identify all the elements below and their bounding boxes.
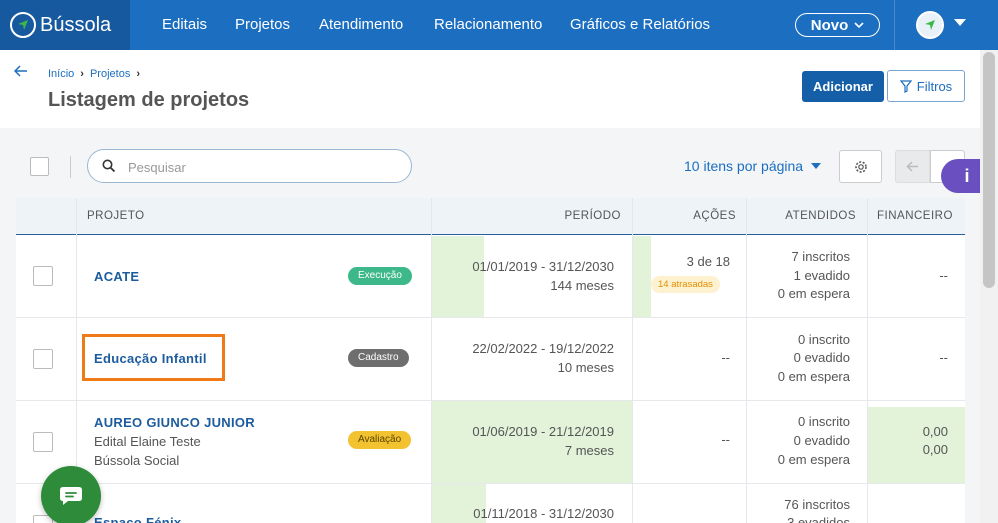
column-divider: [632, 198, 633, 523]
chat-button[interactable]: [41, 466, 101, 523]
filter-button[interactable]: Filtros: [887, 70, 965, 102]
search-input[interactable]: [128, 157, 398, 177]
filter-icon: [899, 79, 912, 93]
breadcrumb: Início › Projetos ›: [48, 68, 140, 80]
period-months: 144 meses: [550, 278, 614, 293]
toolbar-divider: [70, 156, 71, 178]
table-header: PROJETO PERÍODO AÇÕES ATENDIDOS FINANCEI…: [16, 198, 965, 235]
breadcrumb-projetos[interactable]: Projetos: [90, 68, 130, 80]
late-actions-badge: 14 atrasadas: [651, 276, 720, 293]
breadcrumb-separator: ›: [136, 68, 140, 80]
attended-dropped: 3 evadidos: [787, 515, 850, 523]
avatar[interactable]: [916, 11, 944, 39]
prev-page-button[interactable]: [895, 150, 930, 183]
actions-count: --: [721, 350, 730, 365]
attended-waiting: 0 em espera: [777, 369, 850, 384]
column-divider: [431, 198, 432, 523]
attended-enrolled: 0 inscrito: [797, 414, 850, 429]
compass-icon: [10, 12, 36, 38]
attended-enrolled: 76 inscritos: [784, 497, 850, 512]
period-dates: 01/06/2019 - 21/12/2019: [472, 424, 614, 439]
page-scrollbar[interactable]: [980, 50, 998, 523]
new-button-label: Novo: [810, 16, 849, 34]
row-checkbox[interactable]: [33, 432, 53, 452]
period-months: 7 meses: [564, 443, 614, 458]
nav-item-graficos-relatorios[interactable]: Gráficos e Relatórios: [570, 0, 710, 50]
financial-value: --: [939, 350, 948, 365]
select-all-checkbox[interactable]: [30, 157, 49, 176]
attended-dropped: 0 evadido: [793, 433, 850, 448]
header-atendidos[interactable]: ATENDIDOS: [746, 198, 856, 235]
period-months: 10 meses: [557, 360, 614, 375]
chevron-down-icon: [854, 21, 864, 28]
breadcrumb-separator: ›: [80, 68, 84, 80]
gear-icon: [854, 160, 867, 173]
row-checkbox[interactable]: [33, 266, 53, 286]
new-dropdown-button[interactable]: Novo: [795, 13, 880, 37]
compass-icon: [925, 20, 935, 30]
nav-divider: [894, 0, 895, 50]
arrow-left-icon: [906, 161, 918, 172]
financial-value: 0,00: [922, 442, 948, 457]
column-divider: [746, 198, 747, 523]
header-periodo[interactable]: PERÍODO: [431, 198, 621, 235]
financial-value: 0,00: [922, 424, 948, 439]
nav-item-editais[interactable]: Editais: [162, 0, 207, 50]
nav-item-atendimento[interactable]: Atendimento: [319, 0, 403, 50]
header-acoes[interactable]: AÇÕES: [632, 198, 736, 235]
scrollbar-thumb[interactable]: [983, 52, 995, 288]
period-dates: 01/01/2019 - 31/12/2030: [472, 259, 614, 274]
row-checkbox[interactable]: [33, 349, 53, 369]
attended-enrolled: 0 inscrito: [797, 332, 850, 347]
search-box[interactable]: [87, 149, 412, 183]
table-row[interactable]: AUREO GIUNCO JUNIOR Edital Elaine Teste …: [16, 401, 965, 484]
search-icon: [102, 159, 116, 173]
status-badge: Execução: [348, 267, 412, 285]
table-row[interactable]: Espaço Fénix 01/11/2018 - 31/12/2030 76 …: [16, 485, 965, 523]
add-button[interactable]: Adicionar: [802, 71, 884, 102]
chevron-down-icon[interactable]: [954, 19, 966, 26]
period-dates: 01/11/2018 - 31/12/2030: [473, 506, 614, 521]
filter-button-label: Filtros: [916, 78, 953, 94]
chevron-down-icon: [811, 163, 822, 169]
attended-dropped: 1 evadido: [793, 268, 850, 283]
attended-enrolled: 7 inscritos: [791, 249, 850, 264]
attended-dropped: 0 evadido: [793, 350, 850, 365]
attended-waiting: 0 em espera: [777, 286, 850, 301]
per-page-label: 10 itens por página: [684, 158, 804, 174]
nav-item-relacionamento[interactable]: Relacionamento: [434, 0, 542, 50]
breadcrumb-inicio[interactable]: Início: [48, 68, 74, 80]
settings-button[interactable]: [839, 150, 882, 183]
project-name-link[interactable]: Espaço Fénix: [94, 515, 181, 523]
nav-item-projetos[interactable]: Projetos: [235, 0, 290, 50]
header-projeto[interactable]: PROJETO: [87, 198, 145, 235]
chat-icon: [60, 487, 82, 505]
project-organization: Bússola Social: [94, 453, 180, 468]
highlight-box: [82, 334, 225, 381]
top-navbar: Bússola Editais Projetos Atendimento Rel…: [0, 0, 998, 50]
attended-waiting: 0 em espera: [777, 452, 850, 467]
header-financeiro[interactable]: FINANCEIRO: [877, 198, 953, 235]
per-page-dropdown[interactable]: 10 itens por página: [684, 158, 822, 174]
project-name-link[interactable]: ACATE: [94, 269, 139, 284]
period-dates: 22/02/2022 - 19/12/2022: [472, 341, 614, 356]
info-icon: i: [964, 165, 970, 186]
status-badge: Avaliação: [348, 431, 412, 449]
project-name-link[interactable]: AUREO GIUNCO JUNIOR: [94, 415, 255, 430]
actions-count: 3 de 18: [686, 254, 730, 269]
arrow-left-icon[interactable]: [13, 64, 28, 82]
actions-count: --: [721, 432, 730, 447]
page-title: Listagem de projetos: [48, 89, 250, 111]
project-subtitle: Edital Elaine Teste: [94, 434, 201, 449]
table-row[interactable]: ACATE Execução 01/01/2019 - 31/12/2030 1…: [16, 236, 965, 318]
financial-value: --: [939, 268, 948, 283]
column-divider: [867, 198, 868, 523]
page-header: Início › Projetos › Listagem de projetos…: [0, 50, 980, 128]
status-badge: Cadastro: [348, 349, 409, 367]
brand-logo[interactable]: Bússola: [0, 0, 130, 50]
brand-name: Bússola: [40, 13, 112, 36]
